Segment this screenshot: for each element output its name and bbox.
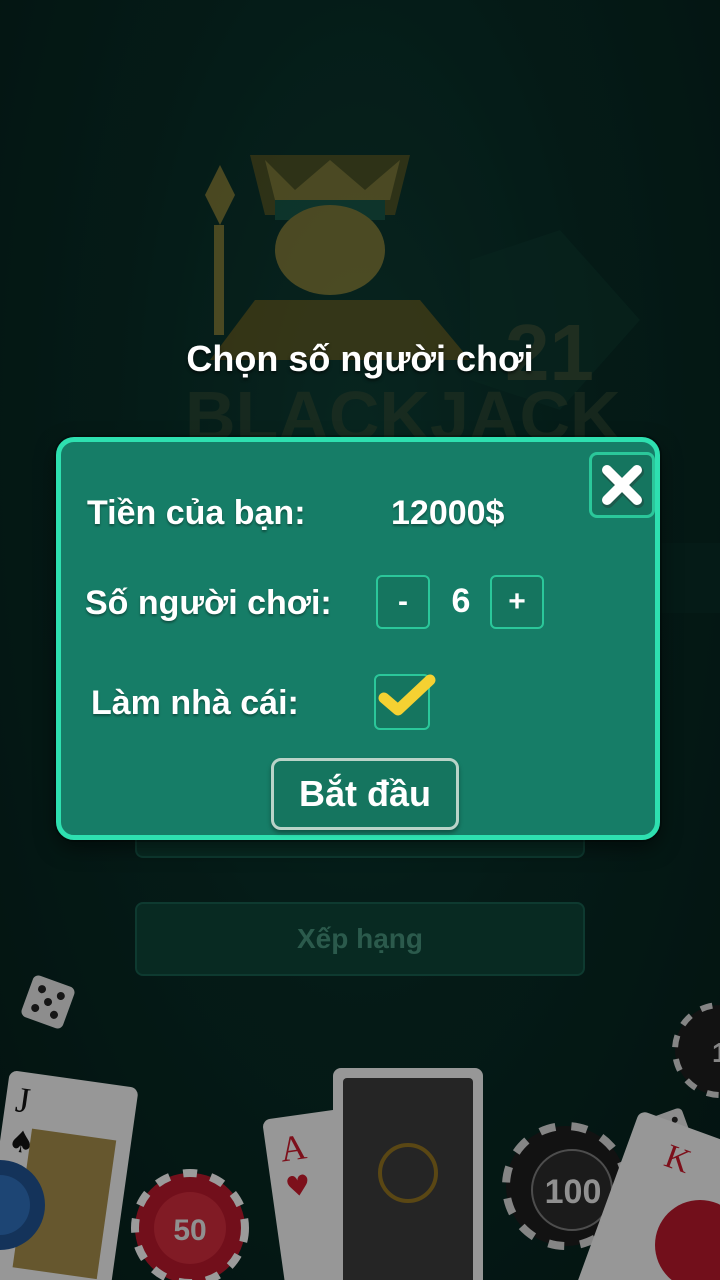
close-button[interactable] [589, 452, 655, 518]
player-select-dialog: Tiền của bạn: 12000$ Số người chơi: - 6 … [56, 437, 660, 840]
dealer-checkbox[interactable] [374, 674, 436, 730]
players-label: Số người chơi: [85, 584, 332, 622]
money-label: Tiền của bạn: [87, 494, 306, 532]
money-value: 12000$ [391, 494, 505, 532]
decrease-players-button[interactable]: - [376, 575, 430, 629]
check-icon [378, 674, 436, 716]
plus-label: + [508, 585, 526, 618]
start-button-label: Bắt đầu [298, 773, 431, 814]
close-icon [602, 465, 644, 508]
minus-label: - [398, 585, 408, 618]
dialog-title: Chọn số người chơi [186, 338, 534, 379]
start-button[interactable]: Bắt đầu [271, 758, 459, 830]
dealer-label: Làm nhà cái: [91, 684, 299, 722]
players-count: 6 [451, 582, 471, 620]
increase-players-button[interactable]: + [490, 575, 544, 629]
ranking-button-label: Xếp hạng [296, 923, 423, 954]
ranking-button[interactable]: Xếp hạng [135, 902, 585, 976]
